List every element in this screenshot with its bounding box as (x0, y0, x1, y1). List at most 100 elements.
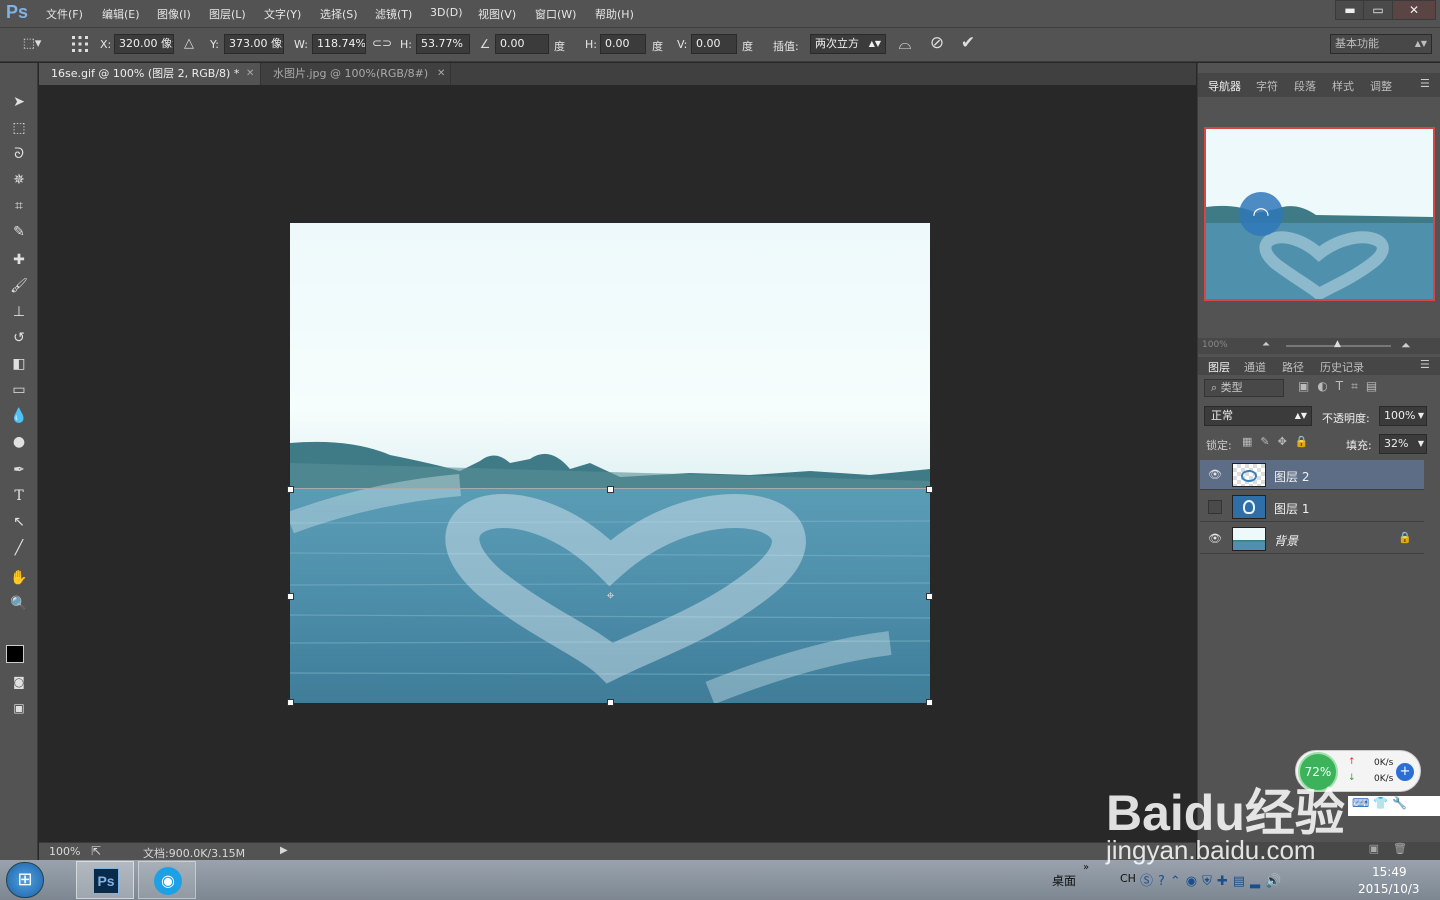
foreground-color-swatch[interactable] (6, 645, 24, 663)
tab-paths[interactable]: 路径 (1282, 359, 1304, 375)
taskbar-browser[interactable]: ◉ (138, 861, 196, 899)
blend-mode-select[interactable]: 正常 ▲▼ (1204, 406, 1312, 426)
zoom-tool-icon[interactable]: 🔍 (6, 593, 32, 615)
interpolation-select[interactable]: 两次立方 ▲▼ (810, 34, 886, 54)
move-tool-icon[interactable]: ➤ (6, 91, 32, 113)
marquee-tool-icon[interactable]: ⬚ (6, 117, 32, 139)
menu-help[interactable]: 帮助(H) (595, 6, 634, 22)
menu-3d[interactable]: 3D(D) (430, 6, 463, 19)
delta-icon[interactable]: △ (182, 36, 196, 51)
close-icon[interactable]: ✕ (437, 63, 445, 85)
tab-history[interactable]: 历史记录 (1320, 359, 1364, 375)
zoom-out-icon[interactable]: ⏶ (1262, 339, 1270, 350)
menu-file[interactable]: 文件(F) (46, 6, 83, 22)
width-field[interactable]: 118.74% (312, 34, 366, 54)
x-field[interactable]: 320.00 像素 (114, 34, 174, 54)
menu-window[interactable]: 窗口(W) (535, 6, 576, 22)
path-selection-tool-icon[interactable]: ↖ (6, 511, 32, 533)
restore-button[interactable]: ▭ (1363, 0, 1393, 20)
navigator-zoom[interactable]: 100% (1202, 340, 1228, 350)
fill-field[interactable]: 32% ▼ (1379, 434, 1427, 454)
transform-handle-l[interactable] (287, 593, 294, 600)
clock-date[interactable]: 2015/10/3 (1358, 882, 1420, 896)
layer-filter-icons[interactable]: ▣◐T⌗▤ (1298, 379, 1438, 397)
menu-layer[interactable]: 图层(L) (209, 6, 246, 22)
tab-character[interactable]: 字符 (1256, 78, 1278, 94)
tab-layers[interactable]: 图层 (1208, 359, 1230, 375)
transform-handle-b[interactable] (607, 699, 614, 706)
tab-paragraph[interactable]: 段落 (1294, 78, 1316, 94)
warp-icon[interactable]: ⌓ (895, 34, 915, 54)
menu-image[interactable]: 图像(I) (157, 6, 191, 22)
chevron-right-icon[interactable]: » (1083, 862, 1089, 873)
minimize-button[interactable]: ▬ (1335, 0, 1365, 20)
hskew-field[interactable]: 0.00 (600, 34, 646, 54)
transform-handle-bl[interactable] (287, 699, 294, 706)
zoom-in-icon[interactable]: ⏶ (1401, 338, 1411, 353)
layer-row[interactable]: 👁 图层 2 (1200, 460, 1424, 490)
desktop-label[interactable]: 桌面 (1052, 872, 1076, 889)
play-icon[interactable]: ▶ (280, 845, 288, 856)
height-field[interactable]: 53.77% (416, 34, 470, 54)
gradient-tool-icon[interactable]: ▭ (6, 379, 32, 401)
healing-brush-tool-icon[interactable]: ✚ (6, 249, 32, 271)
angle-field[interactable]: 0.00 (495, 34, 549, 54)
eraser-tool-icon[interactable]: ◧ (6, 353, 32, 375)
tab-navigator[interactable]: 导航器 (1208, 78, 1241, 94)
menu-view[interactable]: 视图(V) (478, 6, 516, 22)
lasso-tool-icon[interactable]: ᘐ (6, 143, 32, 165)
vskew-field[interactable]: 0.00 (691, 34, 737, 54)
transform-handle-br[interactable] (926, 699, 933, 706)
type-tool-icon[interactable]: T (6, 485, 32, 507)
start-button[interactable]: ⊞ (6, 862, 44, 898)
close-icon[interactable]: ✕ (246, 63, 254, 85)
reference-point-icon[interactable] (70, 34, 90, 54)
dodge-tool-icon[interactable]: ● (6, 431, 32, 453)
export-icon[interactable]: ⇱ (91, 844, 101, 858)
link-icon[interactable]: ⊂⊃ (372, 36, 392, 50)
menu-type[interactable]: 文字(Y) (264, 6, 301, 22)
navigator-preview[interactable]: ◠ (1204, 127, 1435, 301)
tab-styles[interactable]: 样式 (1332, 78, 1354, 94)
stamp-tool-icon[interactable]: ⊥ (6, 301, 32, 323)
layer-row[interactable]: 图层 1 (1200, 492, 1424, 522)
panel-menu-icon[interactable]: ☰ (1420, 77, 1430, 90)
transform-handle-t[interactable] (607, 486, 614, 493)
document-canvas[interactable] (290, 223, 930, 703)
screen-mode-icon[interactable]: ▣ (6, 697, 32, 719)
blur-tool-icon[interactable]: 💧 (6, 405, 32, 427)
pen-tool-icon[interactable]: ✒ (6, 459, 32, 481)
menu-filter[interactable]: 滤镜(T) (375, 6, 412, 22)
tab-channels[interactable]: 通道 (1244, 359, 1266, 375)
hand-tool-icon[interactable]: ✋ (6, 567, 32, 589)
panel-menu-icon[interactable]: ☰ (1420, 358, 1430, 371)
magic-wand-tool-icon[interactable]: ✵ (6, 169, 32, 191)
tab-water-jpg[interactable]: 水图片.jpg @ 100%(RGB/8#) ✕ (261, 63, 451, 85)
transform-handle-tl[interactable] (287, 486, 294, 493)
layer-name[interactable]: 背景 (1274, 532, 1298, 549)
taskbar-photoshop[interactable]: Ps (76, 861, 134, 899)
workspace-select[interactable]: 基本功能 ▲▼ (1330, 34, 1432, 54)
menu-edit[interactable]: 编辑(E) (102, 6, 140, 22)
move-tool-preset-icon[interactable]: ⬚▾ (20, 36, 44, 51)
zoom-slider-thumb[interactable]: ▲ (1334, 339, 1341, 349)
line-tool-icon[interactable]: ╱ (6, 537, 32, 559)
eyedropper-tool-icon[interactable]: ✎ (6, 221, 32, 243)
cancel-transform-icon[interactable]: ⊘ (927, 33, 947, 53)
transform-center-icon[interactable]: ⌖ (603, 589, 618, 604)
y-field[interactable]: 373.00 像素 (224, 34, 284, 54)
lock-icons[interactable]: ▦✎✥🔒 (1242, 435, 1322, 451)
history-brush-tool-icon[interactable]: ↺ (6, 327, 32, 349)
visibility-toggle-empty[interactable] (1208, 500, 1222, 514)
opacity-field[interactable]: 100% ▼ (1379, 406, 1427, 426)
transform-handle-tr[interactable] (926, 486, 933, 493)
close-window-button[interactable]: ✕ (1392, 0, 1436, 20)
eye-icon[interactable]: 👁 (1208, 468, 1222, 482)
layer-name[interactable]: 图层 1 (1274, 500, 1309, 517)
menu-select[interactable]: 选择(S) (320, 6, 358, 22)
eye-icon[interactable]: 👁 (1208, 532, 1222, 546)
brush-tool-icon[interactable]: 🖌 (6, 275, 32, 297)
layer-row[interactable]: 👁 背景 🔒 (1200, 524, 1424, 554)
tab-16se-gif[interactable]: 16se.gif @ 100% (图层 2, RGB/8) * ✕ (39, 63, 261, 85)
layer-filter-select[interactable]: ⌕ 类型 (1204, 379, 1284, 397)
